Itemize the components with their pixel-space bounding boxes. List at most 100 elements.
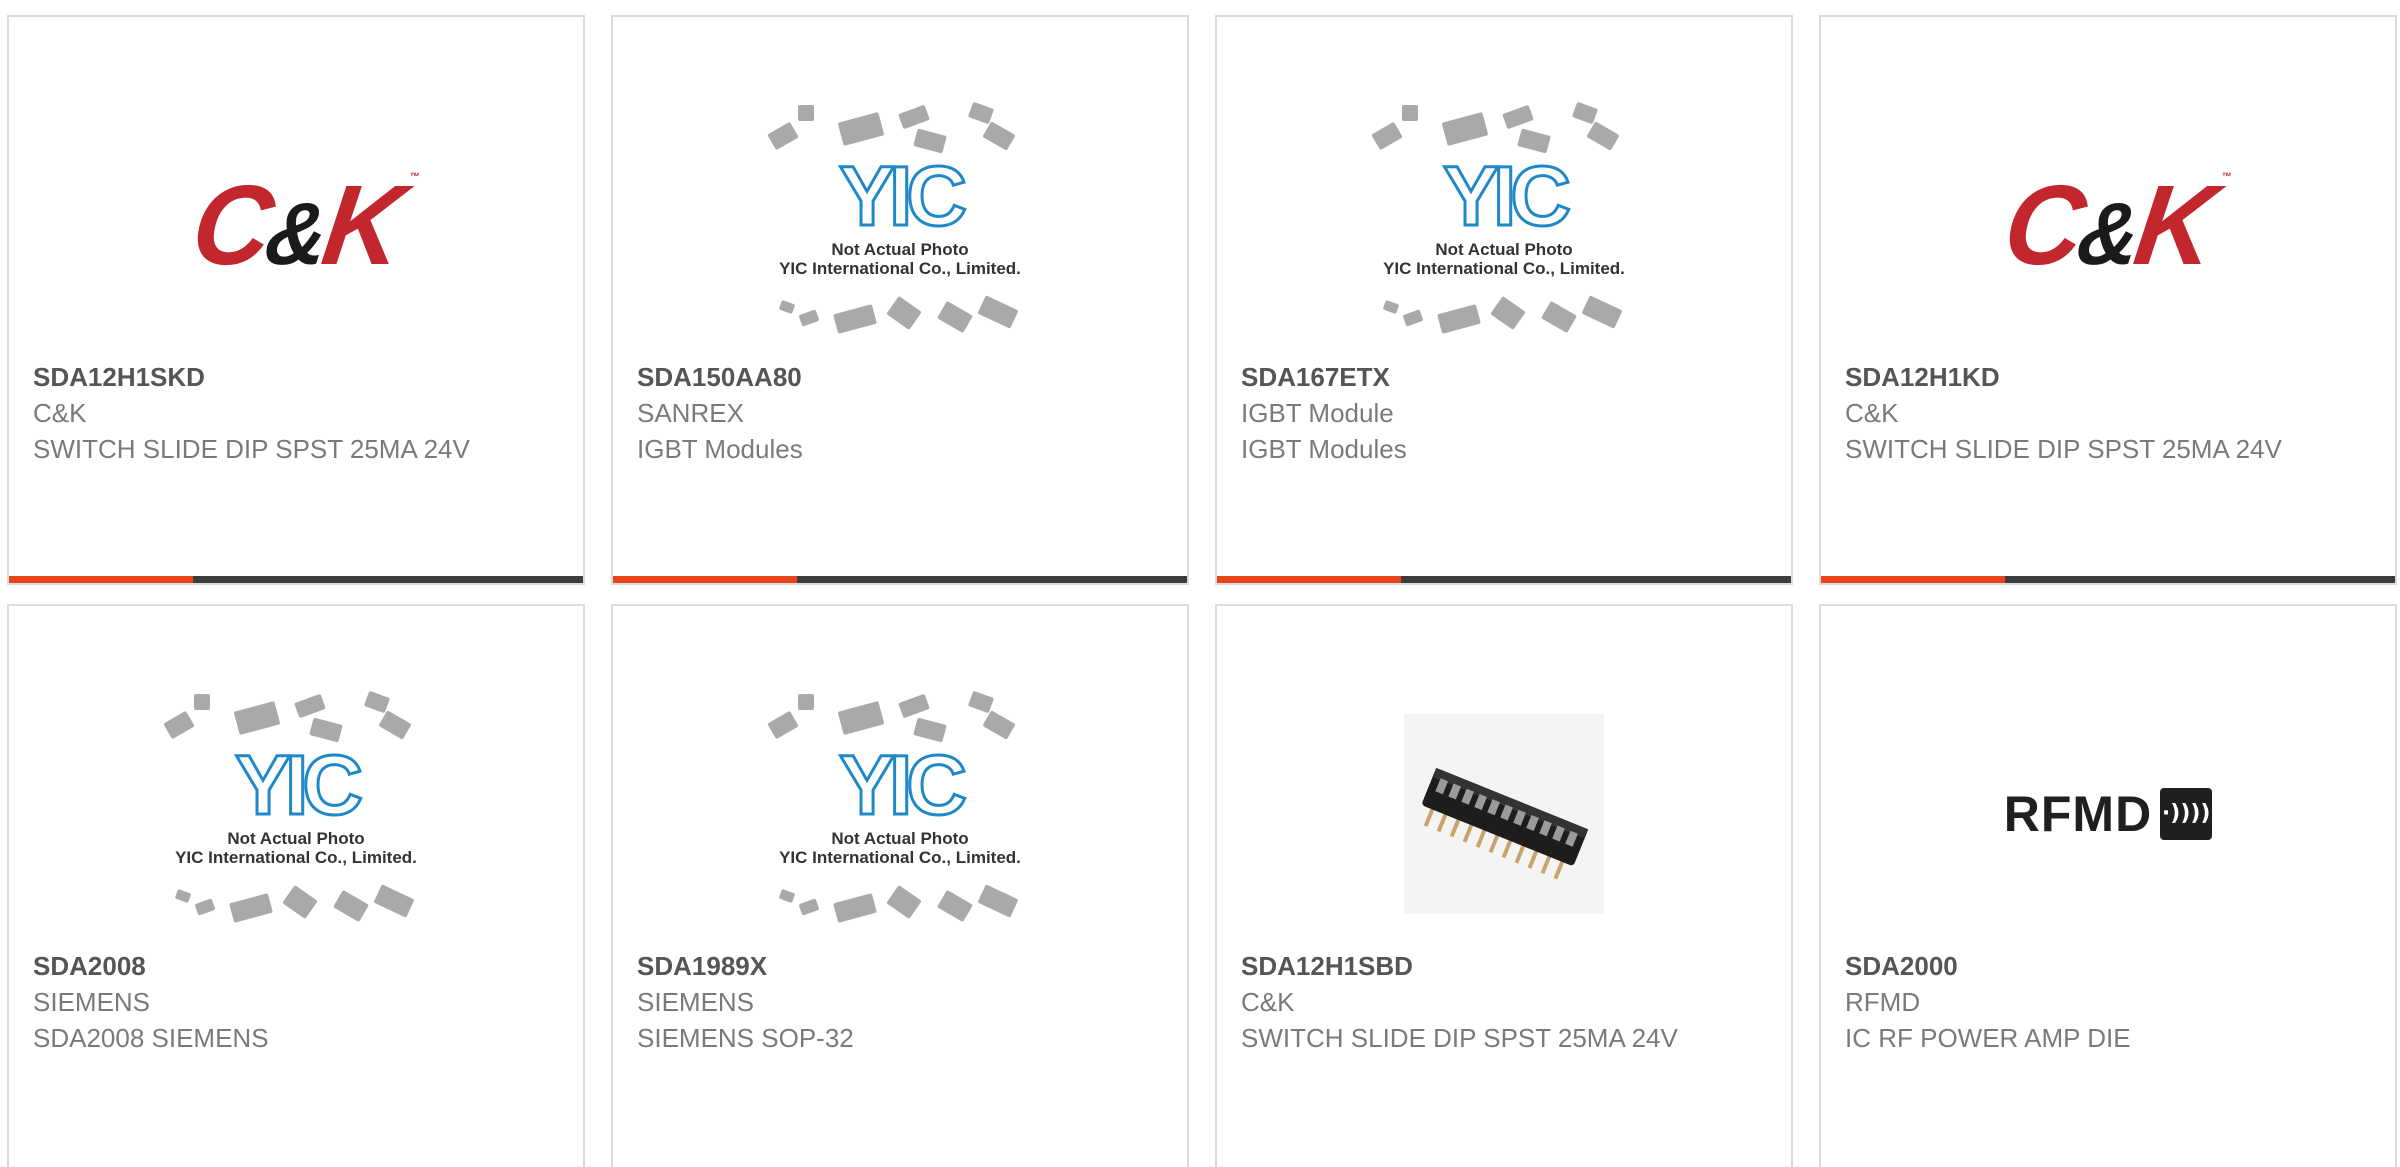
chip-package-icon bbox=[887, 885, 921, 919]
progress-bar bbox=[9, 576, 583, 583]
chip-package-icon bbox=[898, 105, 930, 129]
product-card[interactable]: YIC Not Actual Photo YIC International Co.… bbox=[7, 604, 585, 1167]
manufacturer: C&K bbox=[1241, 987, 1295, 1017]
part-number-link[interactable]: SDA1989X bbox=[637, 948, 1167, 984]
chip-package-icon bbox=[968, 102, 994, 124]
description: SWITCH SLIDE DIP SPST 25MA 24V bbox=[33, 434, 470, 464]
yic-caption-line1: Not Actual Photo bbox=[1435, 240, 1572, 259]
yic-caption-line2: YIC International Co., Limited. bbox=[779, 259, 1021, 278]
chip-package-icon bbox=[374, 884, 414, 918]
chip-package-icon bbox=[294, 694, 326, 718]
progress-fill bbox=[613, 576, 797, 583]
ck-logo-icon: C&K ™ bbox=[184, 160, 416, 289]
part-number-link[interactable]: SDA12H1SKD bbox=[33, 359, 563, 395]
manufacturer: C&K bbox=[33, 398, 87, 428]
chip-package-icon bbox=[194, 694, 210, 710]
product-card[interactable]: RFMD ·)))) SDA2000 RFMD IC RF POWER AMP … bbox=[1819, 604, 2397, 1167]
chip-package-icon bbox=[833, 893, 877, 923]
description: IGBT Modules bbox=[1241, 434, 1407, 464]
chip-package-icon bbox=[978, 295, 1018, 329]
chip-package-icon bbox=[767, 711, 799, 739]
product-card[interactable]: YIC Not Actual Photo YIC International Co.… bbox=[1215, 15, 1793, 585]
chip-package-icon bbox=[364, 691, 390, 713]
product-info: SDA1989X SIEMENS SIEMENS SOP-32 bbox=[637, 948, 1167, 1056]
progress-bar bbox=[1821, 576, 2395, 583]
part-number-link[interactable]: SDA12H1KD bbox=[1845, 359, 2375, 395]
chip-package-icon bbox=[163, 711, 195, 739]
product-card[interactable]: SDA12H1SBD C&K SWITCH SLIDE DIP SPST 25M… bbox=[1215, 604, 1793, 1167]
manufacturer: SANREX bbox=[637, 398, 744, 428]
chip-package-icon bbox=[229, 893, 273, 923]
dip-switch-photo-icon bbox=[1404, 713, 1604, 914]
product-image[interactable] bbox=[1217, 681, 1791, 946]
part-number-link[interactable]: SDA2008 bbox=[33, 948, 563, 984]
product-card[interactable]: YIC Not Actual Photo YIC International Co.… bbox=[611, 604, 1189, 1167]
yic-logo-icon: YIC bbox=[1443, 149, 1569, 243]
yic-logo-icon: YIC bbox=[235, 738, 361, 832]
chip-package-icon bbox=[983, 710, 1015, 740]
product-info: SDA12H1SKD C&K SWITCH SLIDE DIP SPST 25M… bbox=[33, 359, 563, 467]
chip-package-icon bbox=[1442, 112, 1488, 146]
product-info: SDA2008 SIEMENS SDA2008 SIEMENS bbox=[33, 948, 563, 1056]
product-image[interactable]: C&K ™ bbox=[9, 92, 583, 357]
chip-package-icon bbox=[1587, 121, 1619, 151]
description: IC RF POWER AMP DIE bbox=[1845, 1023, 2131, 1053]
yic-placeholder-image: YIC Not Actual Photo YIC International Co.… bbox=[760, 686, 1040, 941]
chip-package-icon bbox=[779, 889, 795, 903]
product-image[interactable]: YIC Not Actual Photo YIC International Co.… bbox=[613, 681, 1187, 946]
chip-package-icon bbox=[898, 694, 930, 718]
product-card[interactable]: C&K ™ SDA12H1KD C&K SWITCH SLIDE DIP SPS… bbox=[1819, 15, 2397, 585]
description: SWITCH SLIDE DIP SPST 25MA 24V bbox=[1845, 434, 2282, 464]
product-image[interactable]: YIC Not Actual Photo YIC International Co.… bbox=[9, 681, 583, 946]
chip-package-icon bbox=[767, 122, 799, 150]
chip-package-icon bbox=[195, 898, 215, 916]
part-number-link[interactable]: SDA2000 bbox=[1845, 948, 2375, 984]
product-image[interactable]: YIC Not Actual Photo YIC International Co.… bbox=[1217, 92, 1791, 357]
chip-package-icon bbox=[798, 694, 814, 710]
description: SDA2008 SIEMENS bbox=[33, 1023, 269, 1053]
manufacturer: IGBT Module bbox=[1241, 398, 1394, 428]
yic-caption-line1: Not Actual Photo bbox=[831, 829, 968, 848]
description: SIEMENS SOP-32 bbox=[637, 1023, 854, 1053]
ck-logo-icon: C&K ™ bbox=[1996, 160, 2228, 289]
product-image[interactable]: C&K ™ bbox=[1821, 92, 2395, 357]
chip-package-icon bbox=[983, 121, 1015, 151]
yic-placeholder-image: YIC Not Actual Photo YIC International Co.… bbox=[156, 686, 436, 941]
manufacturer: RFMD bbox=[1845, 987, 1921, 1017]
product-info: SDA167ETX IGBT Module IGBT Modules bbox=[1241, 359, 1771, 467]
chip-package-icon bbox=[833, 304, 877, 334]
product-image[interactable]: YIC Not Actual Photo YIC International Co.… bbox=[613, 92, 1187, 357]
chip-package-icon bbox=[379, 710, 411, 740]
chip-package-icon bbox=[799, 898, 819, 916]
part-number-link[interactable]: SDA167ETX bbox=[1241, 359, 1771, 395]
yic-placeholder-image: YIC Not Actual Photo YIC International Co.… bbox=[1364, 97, 1644, 352]
progress-bar bbox=[613, 576, 1187, 583]
product-card[interactable]: C&K ™ SDA12H1SKD C&K SWITCH SLIDE DIP SP… bbox=[7, 15, 585, 585]
chip-package-icon bbox=[1437, 304, 1481, 334]
chip-package-icon bbox=[887, 296, 921, 330]
chip-package-icon bbox=[838, 112, 884, 146]
yic-caption-line2: YIC International Co., Limited. bbox=[779, 848, 1021, 867]
part-number-link[interactable]: SDA150AA80 bbox=[637, 359, 1167, 395]
chip-package-icon bbox=[799, 309, 819, 327]
chip-package-icon bbox=[1502, 105, 1534, 129]
chip-package-icon bbox=[175, 889, 191, 903]
product-image[interactable]: RFMD ·)))) bbox=[1821, 681, 2395, 946]
progress-fill bbox=[1821, 576, 2005, 583]
yic-caption-line1: Not Actual Photo bbox=[227, 829, 364, 848]
chip-package-icon bbox=[779, 300, 795, 314]
part-number-link[interactable]: SDA12H1SBD bbox=[1241, 948, 1771, 984]
chip-package-icon bbox=[798, 105, 814, 121]
chip-package-icon bbox=[283, 885, 317, 919]
rfmd-logo-icon: RFMD ·)))) bbox=[2003, 785, 2213, 842]
chip-package-icon bbox=[1371, 122, 1403, 150]
yic-logo-icon: YIC bbox=[839, 149, 965, 243]
manufacturer: SIEMENS bbox=[33, 987, 151, 1017]
chip-package-icon bbox=[968, 691, 994, 713]
chip-package-icon bbox=[333, 890, 369, 922]
progress-fill bbox=[1217, 576, 1401, 583]
product-card[interactable]: YIC Not Actual Photo YIC International Co.… bbox=[611, 15, 1189, 585]
chip-package-icon bbox=[1491, 296, 1525, 330]
chip-package-icon bbox=[1541, 301, 1577, 333]
yic-caption-line2: YIC International Co., Limited. bbox=[1383, 259, 1625, 278]
